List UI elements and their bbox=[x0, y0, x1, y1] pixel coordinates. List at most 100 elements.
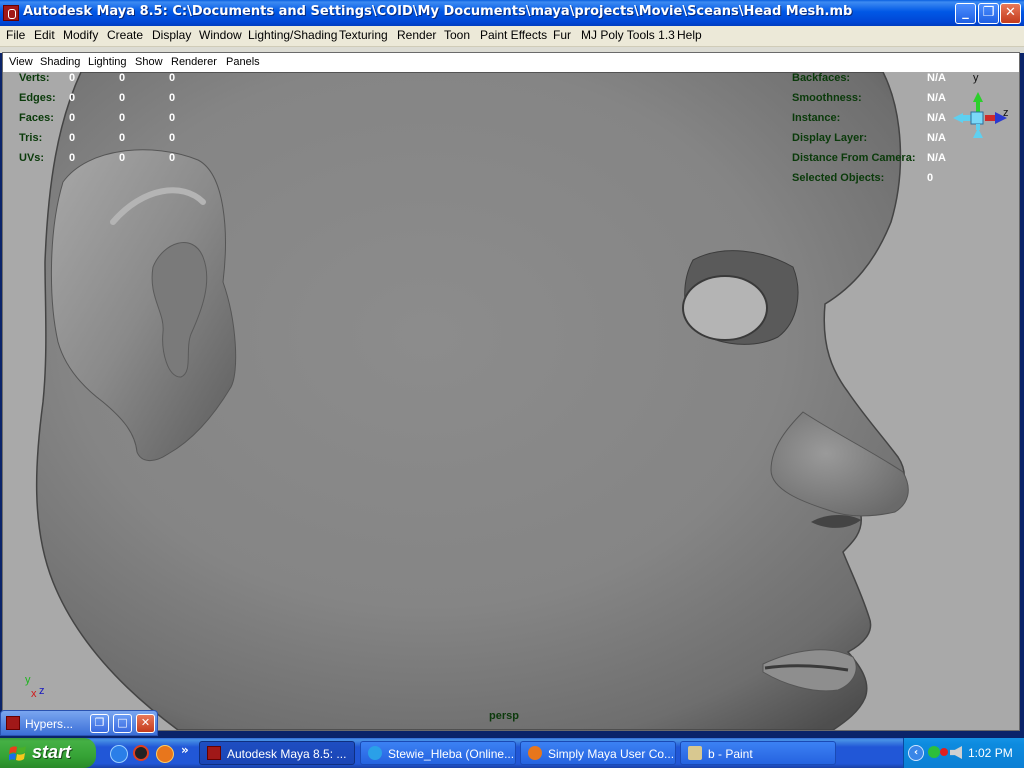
paint-icon bbox=[688, 746, 702, 760]
taskbar-item-firefox[interactable]: Simply Maya User Co... bbox=[520, 741, 676, 765]
hypershade-minimized-window[interactable]: Hypers... ❐ □ ✕ bbox=[0, 710, 158, 736]
menu-render[interactable]: Render bbox=[397, 28, 436, 42]
hud-verts-value: 0 bbox=[69, 72, 76, 84]
perspective-viewport[interactable]: Verts: 0 0 0 Edges: 0 0 0 Faces: 0 0 0 T… bbox=[3, 72, 1019, 730]
quick-launch-more-icon[interactable]: » bbox=[181, 743, 189, 757]
menu-window[interactable]: Window bbox=[199, 28, 242, 42]
taskbar-item-messenger[interactable]: Stewie_Hleba (Online... bbox=[360, 741, 516, 765]
hud-backfaces-value: N/A bbox=[927, 72, 946, 84]
taskbar: start » Autodesk Maya 8.5: ... Stewie_Hl… bbox=[0, 738, 1024, 768]
hud-display-layer-label: Display Layer: bbox=[792, 132, 868, 144]
hud-faces-value: 0 bbox=[119, 112, 126, 124]
menu-texturing[interactable]: Texturing bbox=[339, 28, 388, 42]
taskbar-item-label: Simply Maya User Co... bbox=[548, 747, 675, 761]
camera-name: persp bbox=[489, 710, 519, 722]
media-player-icon[interactable] bbox=[133, 745, 149, 761]
panel-menu-show[interactable]: Show bbox=[135, 56, 163, 68]
maya-icon bbox=[207, 746, 221, 760]
maya-icon bbox=[6, 716, 20, 730]
hud-selected-objects-value: 0 bbox=[927, 172, 934, 184]
head-mesh-render[interactable] bbox=[3, 72, 1019, 730]
menu-file[interactable]: File bbox=[6, 28, 25, 42]
hud-faces-value: 0 bbox=[69, 112, 76, 124]
tray-expand-icon[interactable]: ‹ bbox=[908, 745, 924, 761]
hud-distance-label: Distance From Camera: bbox=[792, 152, 916, 164]
hud-tris-label: Tris: bbox=[19, 132, 43, 144]
menu-fur[interactable]: Fur bbox=[553, 28, 571, 42]
menu-toon[interactable]: Toon bbox=[444, 28, 470, 42]
hud-distance-value: N/A bbox=[927, 152, 946, 164]
alert-tray-icon[interactable] bbox=[940, 748, 948, 756]
hypershade-title: Hypers... bbox=[25, 717, 74, 731]
hud-uvs-value: 0 bbox=[169, 152, 176, 164]
hud-backfaces-label: Backfaces: bbox=[792, 72, 851, 84]
hud-verts-value: 0 bbox=[119, 72, 126, 84]
hypershade-restore-button[interactable]: ❐ bbox=[90, 714, 109, 733]
hud-tris-value: 0 bbox=[169, 132, 176, 144]
hud-smoothness-label: Smoothness: bbox=[792, 92, 862, 104]
hud-uvs-value: 0 bbox=[119, 152, 126, 164]
taskbar-item-maya[interactable]: Autodesk Maya 8.5: ... bbox=[199, 741, 355, 765]
hud-display-layer-value: N/A bbox=[927, 132, 946, 144]
panel-menu-panels[interactable]: Panels bbox=[226, 56, 260, 68]
minimize-button[interactable]: _ bbox=[955, 3, 976, 24]
panel-menu-lighting[interactable]: Lighting bbox=[88, 56, 127, 68]
hud-tris-value: 0 bbox=[119, 132, 126, 144]
hypershade-maximize-button[interactable]: □ bbox=[113, 714, 132, 733]
hud-selected-objects-label: Selected Objects: bbox=[792, 172, 885, 184]
hud-edges-value: 0 bbox=[169, 92, 176, 104]
menu-lighting-shading[interactable]: Lighting/Shading bbox=[248, 28, 337, 42]
axis-z-label: z bbox=[39, 685, 45, 697]
hud-instance-label: Instance: bbox=[792, 112, 841, 124]
panel-menu-view[interactable]: View bbox=[9, 56, 33, 68]
menu-paint-effects[interactable]: Paint Effects bbox=[480, 28, 547, 42]
axis-y-label: y bbox=[25, 674, 31, 686]
axis-gizmo: y x z bbox=[23, 672, 53, 712]
hud-faces-value: 0 bbox=[169, 112, 176, 124]
hud-faces-label: Faces: bbox=[19, 112, 54, 124]
system-tray: ‹ 1:02 PM bbox=[903, 738, 1024, 768]
firefox-icon[interactable] bbox=[156, 745, 174, 763]
hud-edges-value: 0 bbox=[119, 92, 126, 104]
panel-menu-renderer[interactable]: Renderer bbox=[171, 56, 217, 68]
restore-button[interactable]: ❐ bbox=[978, 3, 999, 24]
menu-display[interactable]: Display bbox=[152, 28, 191, 42]
messenger-icon bbox=[368, 746, 382, 760]
panel-menu-shading[interactable]: Shading bbox=[40, 56, 80, 68]
volume-icon[interactable] bbox=[950, 746, 962, 759]
maya-icon[interactable] bbox=[3, 5, 19, 21]
compass-icon bbox=[953, 92, 1007, 138]
hud-uvs-label: UVs: bbox=[19, 152, 45, 164]
windows-flag-icon bbox=[9, 746, 26, 761]
hud-edges-value: 0 bbox=[69, 92, 76, 104]
firefox-icon bbox=[528, 746, 542, 760]
taskbar-item-label: b - Paint bbox=[708, 747, 753, 761]
hud-verts-value: 0 bbox=[169, 72, 176, 84]
internet-explorer-icon[interactable] bbox=[110, 745, 128, 763]
menu-edit[interactable]: Edit bbox=[34, 28, 55, 42]
taskbar-item-label: Stewie_Hleba (Online... bbox=[388, 747, 515, 761]
hud-verts-label: Verts: bbox=[19, 72, 50, 84]
start-label: start bbox=[32, 742, 72, 762]
taskbar-item-paint[interactable]: b - Paint bbox=[680, 741, 836, 765]
hypershade-close-button[interactable]: ✕ bbox=[136, 714, 155, 733]
axis-x-label: x bbox=[31, 688, 37, 700]
taskbar-item-label: Autodesk Maya 8.5: ... bbox=[227, 747, 347, 761]
hud-instance-value: N/A bbox=[927, 112, 946, 124]
messenger-tray-icon[interactable] bbox=[928, 746, 940, 758]
clock[interactable]: 1:02 PM bbox=[968, 746, 1013, 760]
start-button[interactable]: start bbox=[0, 738, 96, 768]
hud-tris-value: 0 bbox=[69, 132, 76, 144]
main-menu-bar: File Edit Modify Create Display Window L… bbox=[0, 26, 1024, 47]
menu-create[interactable]: Create bbox=[107, 28, 143, 42]
panel-menu-bar: View Shading Lighting Show Renderer Pane… bbox=[3, 53, 1019, 73]
view-compass[interactable]: y z bbox=[951, 72, 1011, 144]
close-button[interactable]: ✕ bbox=[1000, 3, 1021, 24]
hud-uvs-value: 0 bbox=[69, 152, 76, 164]
window-title: Autodesk Maya 8.5: C:\Documents and Sett… bbox=[23, 4, 853, 19]
hud-smoothness-value: N/A bbox=[927, 92, 946, 104]
menu-help[interactable]: Help bbox=[677, 28, 702, 42]
window-title-bar[interactable]: Autodesk Maya 8.5: C:\Documents and Sett… bbox=[0, 0, 1024, 26]
menu-modify[interactable]: Modify bbox=[63, 28, 98, 42]
menu-mj-poly-tools[interactable]: MJ Poly Tools 1.3 bbox=[581, 28, 675, 42]
